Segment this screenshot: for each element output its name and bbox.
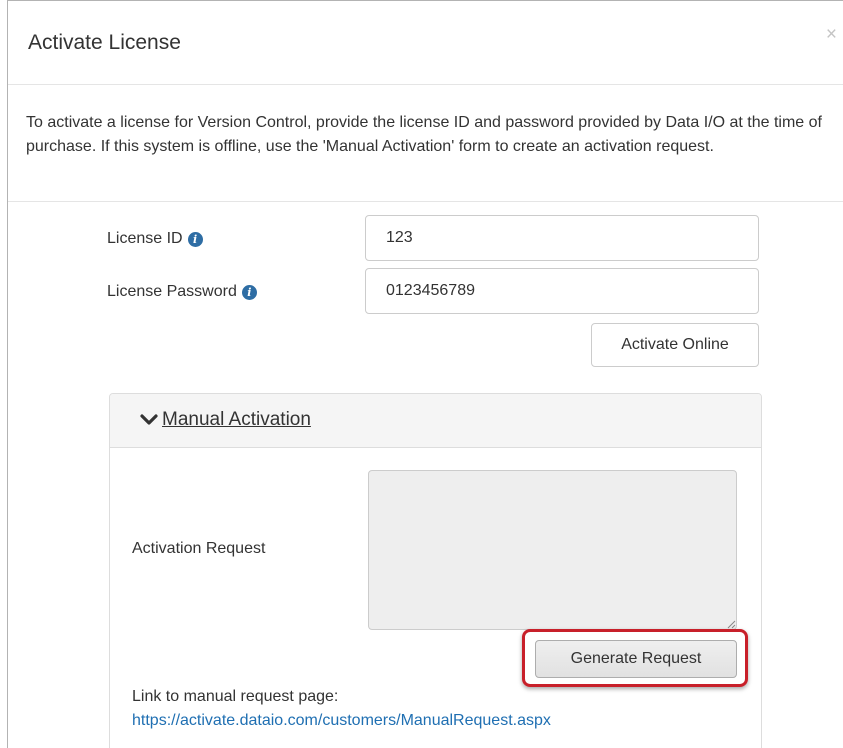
license-password-label-text: License Password bbox=[107, 283, 237, 300]
activate-license-dialog: Activate License × To activate a license… bbox=[7, 0, 843, 748]
manual-activation-panel: Manual Activation Activation Request Gen… bbox=[109, 393, 762, 748]
manual-activation-title: Manual Activation bbox=[162, 409, 311, 430]
license-password-input[interactable] bbox=[365, 268, 759, 314]
activation-request-textarea[interactable] bbox=[368, 470, 737, 630]
dialog-title: Activate License bbox=[28, 31, 181, 54]
header-divider bbox=[8, 84, 843, 85]
license-id-label: License ID i bbox=[107, 230, 203, 248]
license-password-label: License Password i bbox=[107, 283, 257, 301]
resize-handle-icon[interactable] bbox=[727, 620, 736, 629]
license-id-input[interactable] bbox=[365, 215, 759, 261]
panel-heading: Manual Activation bbox=[110, 394, 761, 448]
activation-request-label: Activation Request bbox=[132, 540, 266, 557]
body-divider bbox=[8, 201, 843, 202]
manual-activation-toggle[interactable]: Manual Activation bbox=[140, 409, 311, 431]
license-id-label-text: License ID bbox=[107, 230, 183, 247]
close-icon[interactable]: × bbox=[826, 25, 837, 44]
activate-online-button[interactable]: Activate Online bbox=[591, 323, 759, 367]
info-icon[interactable]: i bbox=[187, 231, 203, 247]
manual-request-link-caption: Link to manual request page: bbox=[132, 688, 339, 705]
intro-text: To activate a license for Version Contro… bbox=[26, 114, 822, 155]
info-icon[interactable]: i bbox=[241, 284, 257, 300]
generate-request-button[interactable]: Generate Request bbox=[535, 640, 737, 678]
chevron-down-icon bbox=[140, 414, 158, 425]
manual-request-link[interactable]: https://activate.dataio.com/customers/Ma… bbox=[132, 712, 551, 730]
